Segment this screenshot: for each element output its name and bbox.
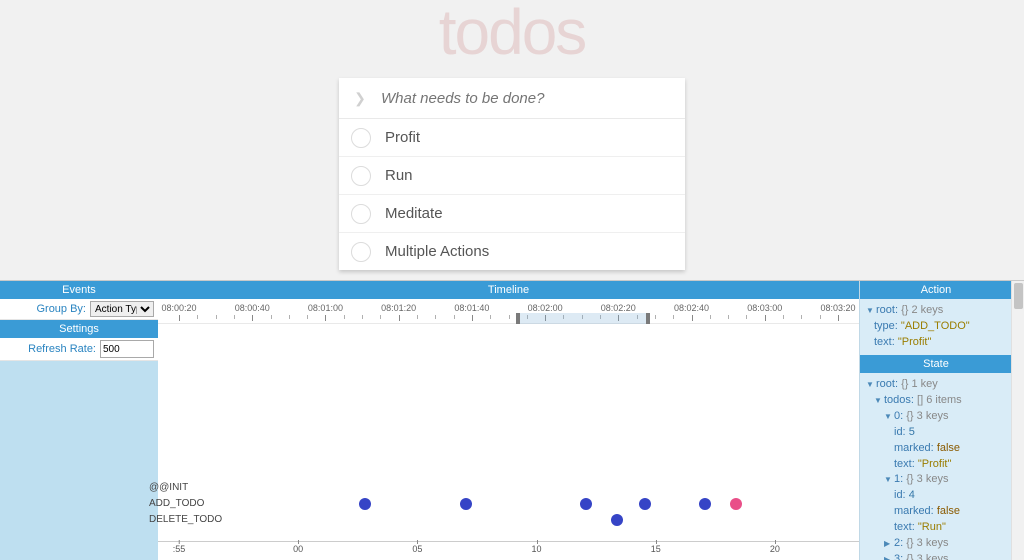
ruler-tick: 08:02:40	[672, 303, 712, 313]
todo-item[interactable]: Profit	[339, 119, 685, 157]
todo-text: Multiple Actions	[385, 243, 489, 260]
devtools-panel: Events Group By: Action Type Settings Re…	[0, 280, 1024, 560]
ruler-tick: 08:01:40	[452, 303, 492, 313]
events-header: Events	[0, 281, 158, 299]
todos-app: todos ❯ Profit Run Meditate Multiple Act…	[0, 0, 1024, 280]
refresh-input[interactable]	[100, 340, 154, 358]
scrollbar[interactable]	[1011, 281, 1024, 560]
new-todo-input[interactable]	[379, 89, 673, 108]
ruler-tick: 08:01:20	[379, 303, 419, 313]
timeline-event-dot[interactable]	[359, 498, 371, 510]
xaxis-tick: 00	[293, 544, 303, 554]
todo-item[interactable]: Meditate	[339, 195, 685, 233]
tree-toggle-icon[interactable]	[866, 377, 874, 393]
todo-text: Meditate	[385, 205, 443, 222]
action-tree[interactable]: root: {} 2 keys type: "ADD_TODO" text: "…	[860, 299, 1012, 355]
xaxis-tick: :55	[173, 544, 186, 554]
action-header: Action	[860, 281, 1012, 299]
ruler-tick: 08:00:40	[232, 303, 272, 313]
groupby-row: Group By: Action Type	[0, 299, 158, 320]
app-title: todos	[0, 0, 1024, 64]
todo-checkbox[interactable]	[351, 128, 371, 148]
todo-checkbox[interactable]	[351, 166, 371, 186]
timeline-event-dot[interactable]	[580, 498, 592, 510]
scrollbar-thumb[interactable]	[1014, 283, 1023, 309]
row-label: DELETE_TODO	[149, 512, 222, 528]
row-labels: @@INIT ADD_TODO DELETE_TODO	[149, 480, 222, 528]
timeline-xaxis: :55 00 05 10 15 20	[158, 541, 859, 560]
tree-toggle-icon[interactable]	[866, 303, 874, 319]
todo-text: Profit	[385, 129, 420, 146]
xaxis-tick: 15	[651, 544, 661, 554]
groupby-select[interactable]: Action Type	[90, 301, 154, 317]
new-todo-row: ❯	[339, 78, 685, 119]
row-label: @@INIT	[149, 480, 222, 496]
groupby-label: Group By:	[36, 303, 86, 315]
refresh-label: Refresh Rate:	[28, 343, 96, 355]
ruler-tick: 08:01:00	[305, 303, 345, 313]
timeline-event-dot[interactable]	[460, 498, 472, 510]
todo-checkbox[interactable]	[351, 242, 371, 262]
xaxis-tick: 05	[412, 544, 422, 554]
devtools-sidebar: Events Group By: Action Type Settings Re…	[0, 281, 158, 560]
ruler-tick: 08:03:00	[745, 303, 785, 313]
timeline-event-dot[interactable]	[639, 498, 651, 510]
timeline-header: Timeline	[158, 281, 859, 299]
ruler-tick: 08:00:20	[159, 303, 199, 313]
state-tree[interactable]: root: {} 1 key todos: [] 6 items 0: {} 3…	[860, 373, 1012, 560]
settings-header: Settings	[0, 320, 158, 338]
todo-text: Run	[385, 167, 413, 184]
tree-toggle-icon[interactable]	[884, 472, 892, 488]
timeline-body[interactable]: @@INIT ADD_TODO DELETE_TODO :55000510152…	[158, 324, 859, 560]
tree-toggle-icon[interactable]	[874, 393, 882, 409]
tree-toggle-icon[interactable]	[884, 536, 892, 552]
inspector-panel: Action root: {} 2 keys type: "ADD_TODO" …	[859, 281, 1012, 560]
tree-toggle-icon[interactable]	[884, 409, 892, 425]
todo-checkbox[interactable]	[351, 204, 371, 224]
timeline-event-dot[interactable]	[699, 498, 711, 510]
todo-item[interactable]: Multiple Actions	[339, 233, 685, 270]
todo-card: ❯ Profit Run Meditate Multiple Actions	[339, 78, 685, 270]
ruler-tick: 08:02:20	[598, 303, 638, 313]
refresh-row: Refresh Rate:	[0, 338, 158, 361]
timeline-ruler[interactable]: 08:00:20 08:00:40 08:01:00 08:01:20 08:01:40…	[158, 299, 859, 324]
todo-item[interactable]: Run	[339, 157, 685, 195]
toggle-all-icon[interactable]: ❯	[351, 90, 369, 107]
ruler-tick: 08:02:00	[525, 303, 565, 313]
timeline-event-dot[interactable]	[730, 498, 742, 510]
timeline-panel: Timeline 08:00:20 08:00:40 08:01:00 08:01:2…	[158, 281, 859, 560]
timeline-event-dot[interactable]	[611, 514, 623, 526]
state-header: State	[860, 355, 1012, 373]
xaxis-tick: 10	[532, 544, 542, 554]
xaxis-tick: 20	[770, 544, 780, 554]
row-label: ADD_TODO	[149, 496, 222, 512]
ruler-tick: 08:03:20	[818, 303, 858, 313]
